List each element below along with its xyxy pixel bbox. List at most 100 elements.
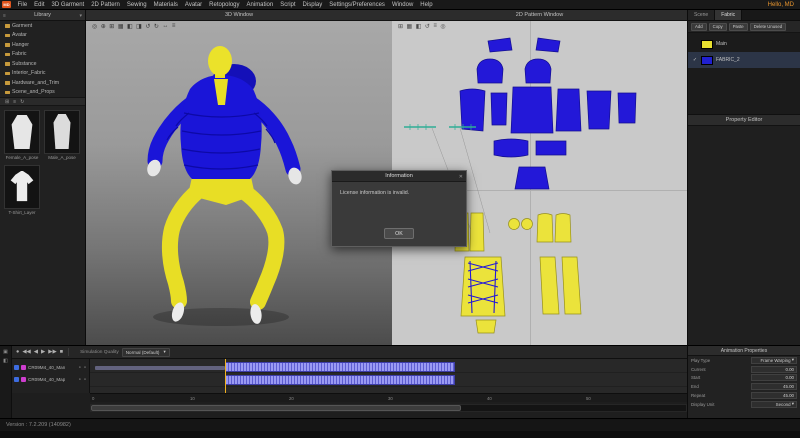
tab-scene[interactable]: Scene: [688, 10, 715, 20]
tab-fabric[interactable]: Fabric: [715, 10, 742, 20]
simulation-quality-select[interactable]: Normal (Default) ▾: [122, 348, 170, 357]
pattern-piece[interactable]: [618, 93, 636, 123]
jacket-pattern-pieces[interactable]: [460, 38, 636, 189]
track-toggle-dots[interactable]: ● ●: [79, 365, 87, 369]
grid-view-icon[interactable]: ⊞: [5, 99, 9, 105]
pattern-piece[interactable]: [491, 93, 507, 125]
capture-icon[interactable]: ▣: [3, 349, 8, 355]
stop-button[interactable]: ■: [60, 349, 63, 355]
list-view-icon[interactable]: ≡: [13, 99, 16, 105]
pattern-piece[interactable]: [494, 139, 528, 157]
skip-end-button[interactable]: ▶▶: [48, 349, 56, 355]
library-collapse-icon[interactable]: ▾: [79, 10, 82, 21]
app-logo-icon[interactable]: MD: [2, 1, 11, 8]
record-button[interactable]: ●: [16, 349, 19, 355]
pattern-piece[interactable]: [509, 219, 520, 230]
timeline-scrollbar[interactable]: [90, 404, 687, 412]
pattern-piece[interactable]: [477, 59, 503, 83]
add-fabric-button[interactable]: Add: [691, 23, 707, 31]
options-icon[interactable]: ≡: [172, 23, 176, 30]
menu-item-retopology[interactable]: Retopology: [206, 0, 243, 10]
pattern-undo-icon[interactable]: ↺: [425, 23, 430, 30]
library-item-substance[interactable]: Substance: [0, 59, 85, 69]
pattern-piece[interactable]: [555, 214, 571, 243]
viewport-3d-header[interactable]: 3D Window: [86, 10, 392, 21]
ok-button[interactable]: OK: [384, 228, 414, 239]
menu-item-sewing[interactable]: Sewing: [123, 0, 150, 10]
library-menu-icon[interactable]: ≡: [3, 10, 6, 21]
start-time-field[interactable]: 0.00: [751, 374, 797, 381]
undo-icon[interactable]: ↺: [145, 23, 150, 30]
pattern-piece[interactable]: [488, 38, 512, 52]
delete-unused-button[interactable]: Delete Unused: [750, 23, 786, 31]
pattern-piece[interactable]: [515, 167, 549, 189]
fabric-list-item-fabric2[interactable]: ✓ FABRIC_2: [688, 52, 800, 68]
track-toggle-dots[interactable]: ● ●: [79, 377, 87, 381]
dialog-titlebar[interactable]: Information ✕: [332, 171, 466, 182]
repeat-field[interactable]: 45.00: [751, 392, 797, 399]
menu-item-file[interactable]: File: [14, 0, 31, 10]
fabric-list-item-main[interactable]: Main: [688, 36, 800, 52]
library-item-hardware-and-trim[interactable]: Hardware_and_Trim: [0, 78, 85, 88]
property-editor-header[interactable]: Property Editor: [688, 115, 800, 126]
add-icon[interactable]: ⊕: [101, 23, 106, 30]
pattern-piece[interactable]: [461, 257, 505, 316]
pattern-piece[interactable]: [536, 141, 566, 155]
pattern-piece[interactable]: [540, 257, 559, 314]
pattern-list-icon[interactable]: ≡: [433, 23, 437, 30]
pattern-focus-icon[interactable]: ◎: [440, 23, 445, 30]
panel-toggle-icon[interactable]: ◧: [3, 358, 8, 364]
library-item-avatar[interactable]: Avatar: [0, 31, 85, 41]
pattern-grid-icon[interactable]: ⊞: [398, 23, 403, 30]
close-icon[interactable]: ✕: [459, 171, 463, 182]
copy-fabric-button[interactable]: Copy: [709, 23, 727, 31]
menu-item-2d-pattern[interactable]: 2D Pattern: [88, 0, 124, 10]
menu-item-3d-garment[interactable]: 3D Garment: [48, 0, 88, 10]
menu-item-display[interactable]: Display: [299, 0, 326, 10]
library-thumbnail-tshirt[interactable]: T-Shirt_Layer: [4, 165, 40, 216]
pattern-shade-icon[interactable]: ◧: [416, 23, 422, 30]
paste-fabric-button[interactable]: Paste: [729, 23, 748, 31]
current-time-field[interactable]: 0.00: [751, 366, 797, 373]
display-unit-select[interactable]: Second ▾: [751, 401, 797, 408]
end-time-field[interactable]: 45.00: [751, 383, 797, 390]
pattern-piece[interactable]: [536, 38, 560, 52]
pattern-piece[interactable]: [476, 320, 496, 333]
play-type-select[interactable]: Frame Warping ▾: [751, 357, 797, 364]
track-row-map[interactable]: CR09M4_40_Map ● ●: [12, 373, 89, 385]
library-item-garment[interactable]: Garment: [0, 21, 85, 31]
playhead-marker[interactable]: [225, 359, 226, 393]
menu-item-script[interactable]: Script: [277, 0, 299, 10]
menu-item-settings[interactable]: Settings/Preferences: [326, 0, 389, 10]
pattern-piece[interactable]: [537, 214, 553, 243]
shade-left-icon[interactable]: ◧: [127, 23, 133, 30]
grid-icon[interactable]: ⊞: [109, 23, 114, 30]
library-thumbnail-male-pose[interactable]: Male_A_pose: [44, 110, 80, 161]
keyframe-clip-bar-2[interactable]: [225, 375, 455, 385]
library-item-hanger[interactable]: Hanger: [0, 40, 85, 50]
redo-icon[interactable]: ↻: [154, 23, 159, 30]
library-item-scene-and-props[interactable]: Scene_and_Props: [0, 88, 85, 98]
pattern-piece[interactable]: [511, 87, 553, 133]
animation-clip-bar-short[interactable]: [95, 366, 225, 370]
render-mode-icon[interactable]: ◎: [92, 23, 97, 30]
step-back-button[interactable]: ◀: [34, 349, 38, 355]
pattern-piece[interactable]: [470, 213, 484, 251]
menu-item-avatar[interactable]: Avatar: [181, 0, 205, 10]
menu-item-animation[interactable]: Animation: [243, 0, 277, 10]
library-item-fabric[interactable]: Fabric: [0, 50, 85, 60]
timeline-ruler[interactable]: 0 10 20 30 40 50: [90, 393, 687, 402]
texture-icon[interactable]: ▦: [118, 23, 124, 30]
refresh-icon[interactable]: ↻: [20, 99, 24, 105]
shade-right-icon[interactable]: ◨: [136, 23, 142, 30]
keyframe-clip-bar-1[interactable]: [225, 362, 455, 372]
timeline-lanes[interactable]: [90, 359, 687, 393]
pan-icon[interactable]: ↔: [162, 23, 168, 30]
menu-item-window[interactable]: Window: [388, 0, 416, 10]
library-thumbnail-female-pose[interactable]: Female_A_pose: [4, 110, 40, 161]
menu-item-edit[interactable]: Edit: [31, 0, 48, 10]
viewport-2d-header[interactable]: 2D Pattern Window: [392, 10, 687, 21]
pants-left-leg[interactable]: [170, 191, 198, 301]
play-button[interactable]: ▶: [41, 349, 45, 355]
pattern-piece[interactable]: [587, 91, 611, 129]
